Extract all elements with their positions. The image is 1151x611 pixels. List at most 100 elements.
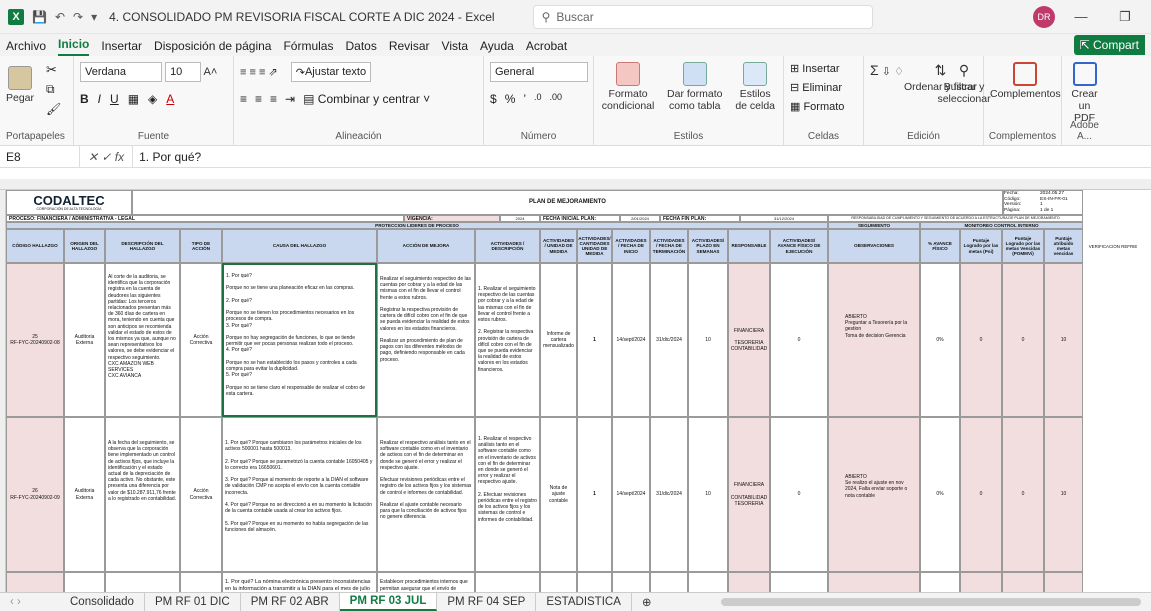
number-format-select[interactable]: General: [490, 62, 588, 82]
currency-icon[interactable]: $: [490, 92, 497, 106]
redo-icon[interactable]: ↷: [73, 10, 83, 24]
row1-observaciones[interactable]: ABIERTO Preguntar a Tesorería por la ges…: [828, 263, 920, 417]
row3-actividad[interactable]: [475, 572, 540, 592]
undo-icon[interactable]: ↶: [55, 10, 65, 24]
menu-inicio[interactable]: Inicio: [58, 37, 90, 56]
row3-observaciones[interactable]: [828, 572, 920, 592]
row1-inicio[interactable]: 14/sept/2024: [612, 263, 650, 417]
worksheet[interactable]: CODALTEC CORPORACIÓN DE ALTA TECNOLOGÍA …: [0, 179, 1151, 592]
tab-pm-rf-03-jul[interactable]: PM RF 03 JUL: [339, 593, 438, 611]
menu-ayuda[interactable]: Ayuda: [480, 39, 514, 56]
tab-consolidado[interactable]: Consolidado: [60, 593, 145, 611]
add-sheet-icon[interactable]: ⊕: [632, 593, 662, 611]
menu-disposicion[interactable]: Disposición de página: [154, 39, 271, 56]
find-select-button[interactable]: ⚲ Buscar y seleccionar: [937, 62, 990, 105]
align-top-icon[interactable]: ≡: [240, 67, 246, 79]
row1-avance[interactable]: 0: [770, 263, 828, 417]
wrap-text-button[interactable]: ↷ Ajustar texto: [290, 62, 372, 82]
row1-responsable[interactable]: FINANCIERA TESORERIA CONTABILIDAD: [728, 263, 770, 417]
decrease-decimal-icon[interactable]: .00: [550, 92, 563, 106]
search-box[interactable]: ⚲ Buscar: [532, 4, 873, 29]
row2-causa[interactable]: 1. Por qué? Porque cambiaron los parámet…: [222, 417, 377, 572]
percent-icon[interactable]: %: [505, 92, 516, 106]
row1-p3[interactable]: 10: [1044, 263, 1083, 417]
cut-icon[interactable]: ✂: [46, 62, 57, 78]
row3-inicio[interactable]: [612, 572, 650, 592]
align-right-icon[interactable]: ≡: [270, 92, 277, 106]
row1-tipo[interactable]: Acción Correctiva: [180, 263, 222, 417]
font-size-select[interactable]: 10: [165, 62, 202, 82]
row2-p2[interactable]: 0: [1002, 417, 1044, 572]
row2-responsable[interactable]: FINANCIERA CONTABILIDAD TESORERIA: [728, 417, 770, 572]
row3-p2[interactable]: [1002, 572, 1044, 592]
save-icon[interactable]: 💾: [32, 10, 47, 24]
row3-descripcion[interactable]: [105, 572, 180, 592]
customize-qat-icon[interactable]: ▾: [91, 10, 97, 24]
row1-causa[interactable]: 1. Por qué? Porque no se tiene una plane…: [222, 263, 377, 417]
row2-p3[interactable]: 10: [1044, 417, 1083, 572]
row2-tipo[interactable]: Acción Correctiva: [180, 417, 222, 572]
menu-datos[interactable]: Datos: [345, 39, 376, 56]
tab-pm-rf-02-abr[interactable]: PM RF 02 ABR: [241, 593, 340, 611]
insert-button[interactable]: ⊞ Insertar: [790, 62, 857, 75]
row1-origen[interactable]: Auditoria Externa: [64, 263, 105, 417]
comma-icon[interactable]: ’: [523, 92, 526, 106]
row3-cantidad[interactable]: [577, 572, 612, 592]
row3-avance[interactable]: [770, 572, 828, 592]
menu-insertar[interactable]: Insertar: [101, 39, 142, 56]
row2-descripcion[interactable]: A la fecha del seguimiento, se observa q…: [105, 417, 180, 572]
row3-p1[interactable]: [960, 572, 1002, 592]
row1-unidad[interactable]: Informe de cartera mensualizado: [540, 263, 577, 417]
row3-unidad[interactable]: [540, 572, 577, 592]
fx-icon[interactable]: ✕ ✓ fx: [80, 150, 132, 164]
italic-button[interactable]: I: [98, 92, 101, 106]
row3-accion[interactable]: Establecer procedimientos internos que p…: [377, 572, 475, 592]
menu-archivo[interactable]: Archivo: [6, 39, 46, 56]
merge-center-button[interactable]: ▤ Combinar y centrar ˅: [303, 92, 430, 106]
align-left-icon[interactable]: ≡: [240, 92, 247, 106]
row3-origen[interactable]: [64, 572, 105, 592]
copy-icon[interactable]: ⧉: [46, 82, 55, 97]
align-bottom-icon[interactable]: ≡: [259, 67, 265, 79]
tab-scroll-arrows-icon[interactable]: ‹ ›: [0, 596, 60, 608]
row2-plazo[interactable]: 10: [688, 417, 728, 572]
menu-formulas[interactable]: Fórmulas: [283, 39, 333, 56]
row3-responsable[interactable]: [728, 572, 770, 592]
tab-estadistica[interactable]: ESTADISTICA: [536, 593, 632, 611]
name-box[interactable]: E8: [0, 146, 80, 167]
row1-accion[interactable]: Realizar el seguimiento respectivo de la…: [377, 263, 475, 417]
menu-vista[interactable]: Vista: [442, 39, 468, 56]
horizontal-scrollbar[interactable]: [721, 598, 1141, 606]
indent-icon[interactable]: ⇥: [285, 92, 295, 106]
row1-codigo[interactable]: 25 RF-FYC-20240902-08: [6, 263, 64, 417]
row2-p1[interactable]: 0: [960, 417, 1002, 572]
row2-origen[interactable]: Auditoria Externa: [64, 417, 105, 572]
delete-button[interactable]: ⊟ Eliminar: [790, 81, 857, 94]
row3-pct[interactable]: [920, 572, 960, 592]
align-middle-icon[interactable]: ≡: [249, 67, 255, 79]
font-name-select[interactable]: Verdana: [80, 62, 162, 82]
avatar[interactable]: DR: [1033, 5, 1055, 28]
row2-cantidad[interactable]: 1: [577, 417, 612, 572]
row1-actividad[interactable]: 1. Realizar el seguimiento respectivo de…: [475, 263, 540, 417]
tab-pm-rf-04-sep[interactable]: PM RF 04 SEP: [437, 593, 537, 611]
bold-button[interactable]: B: [80, 92, 89, 106]
row3-tipo[interactable]: [180, 572, 222, 592]
row3-causa[interactable]: 1. Por qué? La nómina electrónica presen…: [222, 572, 377, 592]
row3-fin[interactable]: [650, 572, 688, 592]
row1-fin[interactable]: 31/dic/2024: [650, 263, 688, 417]
row2-unidad[interactable]: Nota de ajuste contable: [540, 417, 577, 572]
row1-p1[interactable]: 0: [960, 263, 1002, 417]
align-center-icon[interactable]: ≡: [255, 92, 262, 106]
minimize-icon[interactable]: —: [1063, 9, 1099, 24]
borders-icon[interactable]: ▦: [128, 92, 139, 106]
row1-pct[interactable]: 0%: [920, 263, 960, 417]
row1-p2[interactable]: 0: [1002, 263, 1044, 417]
orientation-icon[interactable]: ⇗: [268, 67, 277, 79]
underline-button[interactable]: U: [110, 92, 119, 106]
row2-inicio[interactable]: 14/sept/2024: [612, 417, 650, 572]
row1-plazo[interactable]: 10: [688, 263, 728, 417]
font-color-icon[interactable]: A: [166, 92, 174, 106]
row2-avance[interactable]: 0: [770, 417, 828, 572]
paste-button[interactable]: Pegar: [6, 66, 34, 104]
